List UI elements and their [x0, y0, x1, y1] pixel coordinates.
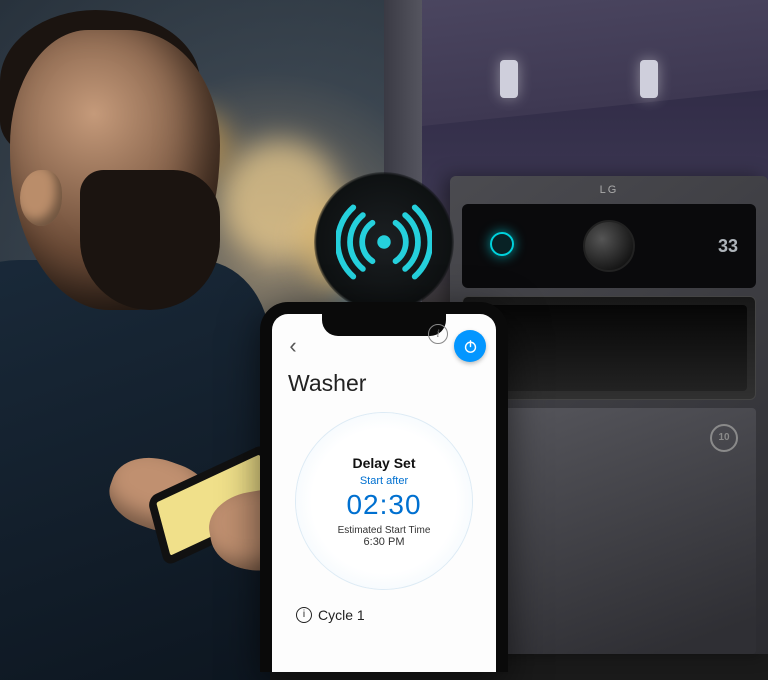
delay-status-card[interactable]: Delay Set Start after 02:30 Estimated St… [296, 413, 472, 589]
washer-control-panel: 33 [462, 204, 756, 288]
cycle-row[interactable]: i Cycle 1 [272, 607, 496, 623]
estimated-start-label: Estimated Start Time [338, 525, 431, 536]
back-button[interactable]: ‹ [282, 335, 304, 357]
person-beard [80, 170, 220, 310]
cycle-label: Cycle 1 [318, 607, 365, 623]
chevron-left-icon: ‹ [289, 335, 296, 357]
app-title: Washer [272, 370, 496, 407]
washer-brand-label: LG [600, 184, 619, 196]
estimated-start-time: 6:30 PM [364, 536, 405, 548]
start-after-label: Start after [360, 475, 408, 487]
ceiling-spotlight [500, 60, 518, 98]
power-button[interactable] [454, 330, 486, 362]
delay-heading: Delay Set [352, 455, 415, 471]
washer-time-readout: 33 [718, 236, 738, 257]
washer-warranty-badge: 10 [710, 424, 738, 452]
washer-power-led-icon [490, 232, 514, 256]
cycle-info-icon: i [296, 607, 312, 623]
ceiling-spotlight [640, 60, 658, 98]
washer-dial-knob [583, 220, 635, 272]
info-icon[interactable]: i [428, 324, 448, 344]
wireless-signal-icon [314, 172, 454, 312]
smartphone-app-mockup: ‹ i Washer Delay Set Start after 02:30 E… [260, 302, 508, 672]
marketing-split-scene: LG 33 10 ‹ i [0, 0, 768, 654]
delay-timer-value: 02:30 [346, 489, 421, 521]
ceiling [384, 0, 768, 130]
person-ear [20, 170, 62, 226]
power-icon [462, 338, 479, 355]
